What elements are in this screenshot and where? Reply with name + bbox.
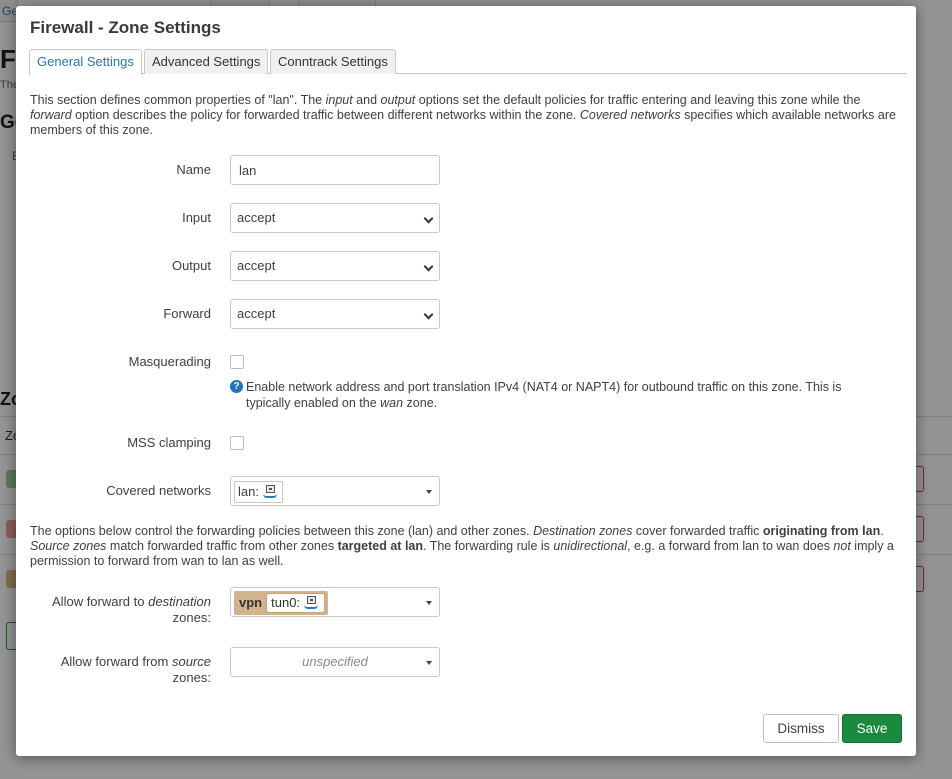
chevron-down-icon [423, 261, 434, 272]
name-label: Name [176, 162, 211, 177]
desc-text: Source zones [30, 539, 107, 553]
masquerading-checkbox[interactable] [230, 355, 244, 369]
label-text: Allow forward to [52, 594, 149, 609]
label-text: zones [172, 610, 208, 625]
dialog-title: Firewall - Zone Settings [30, 18, 221, 37]
forward-src-zones-dropdown[interactable]: unspecified [230, 647, 440, 677]
help-text: zone. [403, 396, 438, 410]
help-icon: ? [230, 380, 243, 393]
covered-networks-label: Covered networks [106, 483, 211, 498]
forward-policy-select[interactable]: accept [230, 299, 440, 329]
label-text: zones [172, 670, 208, 685]
desc-text: targeted at lan [337, 539, 423, 553]
label-text: destination [148, 594, 211, 609]
save-button[interactable]: Save [842, 714, 902, 743]
name-field [230, 155, 440, 185]
desc-text: cover forwarded traffic [632, 524, 763, 538]
network-interface-icon [303, 596, 320, 610]
label-text: : [207, 670, 211, 685]
input-policy-value: accept [237, 210, 276, 225]
zone-device-label: tun0: [271, 595, 301, 610]
desc-text: Destination zones [533, 524, 633, 538]
desc-text: originating from lan [762, 524, 881, 538]
forward-dest-label: Allow forward to destination zones: [52, 594, 211, 626]
name-input[interactable] [237, 156, 433, 184]
input-label: Input [182, 210, 211, 225]
masquerading-label: Masquerading [128, 354, 211, 369]
caret-down-icon [426, 661, 432, 665]
forward-dest-zones-dropdown[interactable]: vpn tun0: [230, 587, 440, 617]
desc-text: The options below control the forwarding… [30, 524, 534, 538]
desc-text: match forwarded traffic from other zones [106, 539, 338, 553]
tab-conntrack-settings[interactable]: Conntrack Settings [270, 49, 396, 74]
label-text: : [207, 610, 211, 625]
section-description: This section defines common properties o… [30, 93, 902, 138]
forward-src-label: Allow forward from source zones: [61, 654, 211, 686]
caret-down-icon [426, 601, 432, 605]
desc-text: . [880, 524, 884, 538]
mss-clamping-label: MSS clamping [127, 435, 211, 450]
help-text: wan [380, 396, 404, 410]
placeholder-text: unspecified [302, 654, 368, 669]
network-interface-icon [262, 485, 279, 499]
label-text: Allow forward from [60, 654, 172, 669]
desc-text: and [352, 93, 381, 107]
covered-networks-dropdown[interactable]: lan: [230, 476, 440, 506]
desc-text: options set the default policies for tra… [415, 93, 861, 107]
help-text: Enable network address and port translat… [246, 380, 842, 410]
desc-text: forward [30, 108, 72, 122]
desc-text: , e.g. a forward from lan to wan does [627, 539, 834, 553]
output-label: Output [171, 258, 211, 273]
zone-device-chip: tun0: [266, 593, 325, 613]
desc-text: unidirectional [553, 539, 628, 553]
label-text: source [171, 654, 211, 669]
mss-clamping-checkbox[interactable] [230, 436, 244, 450]
dismiss-button[interactable]: Dismiss [763, 714, 839, 743]
zone-name: vpn [239, 595, 263, 610]
chevron-down-icon [423, 309, 434, 320]
zone-settings-dialog: Firewall - Zone Settings General Setting… [16, 6, 916, 756]
input-policy-select[interactable]: accept [230, 203, 440, 233]
desc-text: Covered networks [579, 108, 681, 122]
forward-label: Forward [163, 306, 211, 321]
masquerading-help: Enable network address and port translat… [246, 379, 886, 411]
forward-policy-value: accept [237, 306, 276, 321]
zone-chip-vpn: vpn tun0: [234, 591, 328, 615]
desc-text: This section defines common properties o… [30, 93, 326, 107]
caret-down-icon [426, 490, 432, 494]
desc-text: output [380, 93, 416, 107]
tab-bar: General Settings Advanced Settings Connt… [29, 49, 907, 75]
network-chip: lan: [234, 480, 283, 503]
desc-text: . The forwarding rule is [423, 539, 554, 553]
tab-advanced-settings[interactable]: Advanced Settings [144, 49, 269, 74]
network-chip-label: lan: [238, 483, 259, 499]
chevron-down-icon [423, 213, 434, 224]
desc-text: input [325, 93, 353, 107]
output-policy-value: accept [237, 258, 276, 273]
desc-text: option describes the policy for forwarde… [71, 108, 580, 122]
tab-general-settings[interactable]: General Settings [29, 49, 142, 75]
forwarding-description: The options below control the forwarding… [30, 524, 902, 569]
output-policy-select[interactable]: accept [230, 251, 440, 281]
desc-text: not [833, 539, 851, 553]
